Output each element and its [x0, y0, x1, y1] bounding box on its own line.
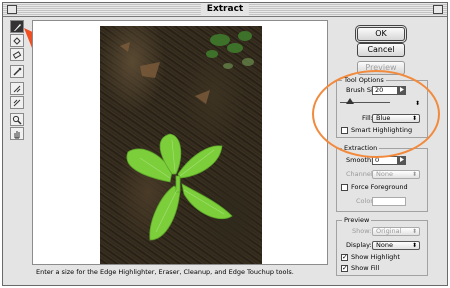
- force-foreground-checkbox[interactable]: [341, 184, 348, 191]
- preview-image[interactable]: [100, 26, 262, 264]
- force-foreground-label: Force Foreground: [351, 183, 408, 191]
- channel-select-value: None: [376, 170, 393, 178]
- show-select-value: Original: [376, 227, 402, 235]
- display-label: Display:: [346, 241, 372, 249]
- window-title: Extract: [200, 4, 250, 15]
- channel-label: Channel:: [346, 170, 375, 178]
- triangle-right-icon: [400, 157, 404, 162]
- show-select[interactable]: Original ⬍: [372, 227, 420, 236]
- channel-select[interactable]: None ⬍: [372, 170, 420, 179]
- preview-options-title: Preview: [342, 216, 372, 224]
- show-label: Show:: [352, 227, 372, 235]
- status-bar-text: Enter a size for the Edge Highlighter, E…: [36, 268, 294, 276]
- edge-touchup-tool[interactable]: [10, 96, 24, 109]
- display-select-value: None: [376, 241, 393, 249]
- chevron-updown-icon: ⬍: [411, 242, 417, 249]
- smooth-popup-arrow[interactable]: [398, 156, 406, 165]
- zoom-box[interactable]: [433, 5, 443, 14]
- color-swatch[interactable]: [372, 197, 406, 206]
- ok-button[interactable]: OK: [357, 27, 405, 41]
- edge-touchup-icon: [13, 99, 21, 106]
- cleanup-icon: [13, 85, 21, 92]
- zoom-tool[interactable]: [10, 113, 24, 126]
- magnifier-icon: [12, 115, 22, 125]
- chevron-updown-icon: ⬍: [411, 171, 417, 178]
- orange-ellipse-annotation: [312, 70, 440, 158]
- show-fill-checkbox[interactable]: ✓: [341, 265, 348, 272]
- display-select[interactable]: None ⬍: [372, 241, 420, 250]
- cancel-button[interactable]: Cancel: [357, 43, 405, 57]
- show-highlight-label: Show Highlight: [351, 253, 400, 261]
- chevron-updown-icon: ⬍: [411, 228, 417, 235]
- hand-icon: [14, 130, 20, 138]
- leaf-plant-image: [120, 31, 254, 241]
- hand-tool[interactable]: [10, 127, 24, 140]
- title-bar[interactable]: Extract: [3, 3, 447, 17]
- show-highlight-checkbox[interactable]: ✓: [341, 254, 348, 261]
- show-fill-label: Show Fill: [351, 264, 380, 272]
- close-box[interactable]: [7, 5, 17, 14]
